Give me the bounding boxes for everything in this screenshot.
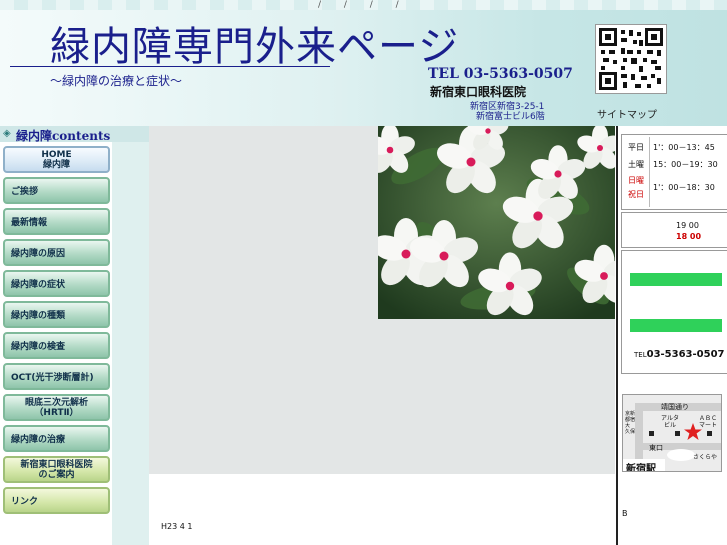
title-underline	[10, 66, 330, 67]
hours-table: 平日 1'：00－13：45 土曜 15：00－19：30 日曜 祝日 1'：0…	[621, 134, 727, 210]
hours-day-holiday: 祝日	[628, 190, 644, 199]
nav-exams[interactable]: 緑内障の検査	[3, 332, 110, 359]
sidebar-heading-label: 緑内障contents	[16, 129, 111, 143]
nav-causes[interactable]: 緑内障の原因	[3, 239, 110, 266]
sidebar: ◈ 緑内障contents HOME 緑内障 ご挨拶 最新情報 緑内障の原因 緑…	[0, 126, 149, 545]
nav-types[interactable]: 緑内障の種類	[3, 301, 110, 328]
green-banner-1[interactable]	[630, 273, 722, 286]
closing-time-2: 18 00	[676, 232, 702, 241]
clinic-name: 新宿東口眼科医院	[430, 85, 527, 99]
contact-tel-prefix: TEL	[634, 351, 647, 359]
access-map[interactable]: 靖国通り アルタ ビル ＡＢＣ マート 京新 都宿 大 久保 東口 さくらや 新…	[622, 394, 722, 472]
nav-links[interactable]: リンク	[3, 487, 110, 514]
contact-box: TEL03-5363-0507	[621, 250, 727, 374]
flower-photo	[378, 126, 615, 319]
sitemap-link[interactable]: サイトマップ	[597, 106, 657, 121]
nav-hrt[interactable]: 眼底三次元解析 （HRTⅡ）	[3, 394, 110, 421]
page-title: 緑内障専門外来ページ	[50, 24, 460, 70]
hours-day-saturday: 土曜	[628, 160, 644, 169]
hours-time-holiday: 1'：00－18：30	[653, 183, 715, 192]
closing-times-box: 19 00 18 00	[621, 212, 727, 248]
hours-day-weekday: 平日	[628, 143, 644, 152]
top-marks: / / / /	[318, 0, 409, 10]
map-bldg-abc: ＡＢＣ マート	[699, 415, 718, 429]
nav-symptoms[interactable]: 緑内障の症状	[3, 270, 110, 297]
hours-divider	[649, 137, 650, 207]
hours-day-sunday: 日曜	[628, 176, 644, 185]
contact-tel-number: 03-5363-0507	[646, 349, 725, 360]
nav-clinic-guide[interactable]: 新宿東口眼科医院 のご案内	[3, 456, 110, 483]
map-east-exit: 東口	[649, 444, 663, 452]
right-column: 平日 1'：00－13：45 土曜 15：00－19：30 日曜 祝日 1'：0…	[616, 126, 727, 545]
map-station: 新宿駅	[626, 464, 656, 472]
hours-time-saturday: 15：00－19：30	[653, 160, 718, 169]
sidebar-heading: ◈ 緑内障contents	[0, 126, 149, 143]
sidebar-background	[112, 142, 149, 545]
header-banner: / / / / 緑内障専門外来ページ ～緑内障の治療と症状～ TEL 03-53…	[0, 0, 727, 126]
header-tel[interactable]: TEL 03-5363-0507	[428, 66, 573, 82]
nav-home[interactable]: HOME 緑内障	[3, 146, 110, 173]
page-subtitle: ～緑内障の治療と症状～	[50, 74, 183, 88]
contact-tel[interactable]: TEL03-5363-0507	[634, 349, 725, 360]
map-avenue: 京新 都宿 大 久保	[625, 411, 636, 435]
diamond-bullet-icon: ◈	[3, 128, 11, 139]
main-content: H23 4 1	[149, 126, 615, 545]
hours-time-weekday: 1'：00－13：45	[653, 143, 715, 152]
bottom-letter: B	[622, 509, 628, 518]
address-line-2: 新宿富士ビル6階	[476, 112, 545, 122]
nav-oct[interactable]: OCT(光干渉断層計)	[3, 363, 110, 390]
map-bldg-alta: アルタ ビル	[661, 415, 679, 429]
green-banner-2[interactable]	[630, 319, 722, 332]
update-date: H23 4 1	[161, 522, 193, 531]
nav-treatment[interactable]: 緑内障の治療	[3, 425, 110, 452]
map-store: さくらや	[693, 454, 718, 461]
qr-code-icon	[595, 24, 667, 94]
nav-news[interactable]: 最新情報	[3, 208, 110, 235]
nav-greeting[interactable]: ご挨拶	[3, 177, 110, 204]
map-street: 靖国通り	[661, 403, 689, 411]
closing-time-1: 19 00	[676, 221, 699, 230]
